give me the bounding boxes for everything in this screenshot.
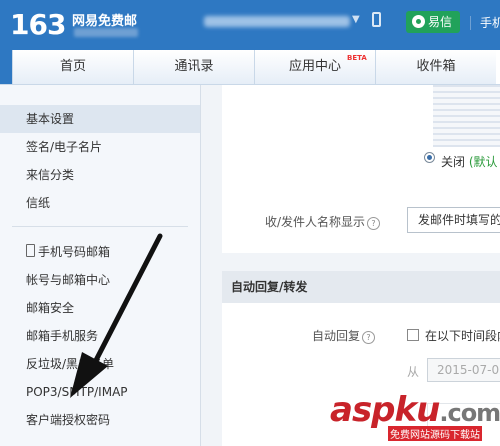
- auto-reply-section-title: 自动回复/转发: [222, 271, 500, 303]
- tab-app-center[interactable]: 应用中心 BETA: [254, 50, 375, 84]
- phone-icon[interactable]: [372, 12, 381, 27]
- sidebar-item-mail-filter[interactable]: 来信分类: [0, 161, 200, 189]
- sidebar-divider: [12, 226, 188, 227]
- sender-name-select[interactable]: 发邮件时填写的: [407, 207, 500, 233]
- account-subtitle-blurred: [74, 28, 138, 37]
- auto-reply-label: 自动回复?: [312, 327, 376, 344]
- yixin-icon: [412, 15, 425, 28]
- watermark-logo: aspku.com: [330, 390, 500, 430]
- auto-reply-checkbox-label: 在以下时间段内: [425, 329, 500, 343]
- sidebar-item-mobile-mailbox[interactable]: 手机号码邮箱: [0, 238, 200, 266]
- sidebar-item-label: 邮箱手机服务: [26, 329, 99, 343]
- radio-close-text: 关闭: [441, 155, 466, 169]
- account-email-blurred[interactable]: [204, 16, 350, 27]
- from-label: 从: [407, 365, 420, 379]
- tab-label: 收件箱: [416, 59, 456, 74]
- tab-label: 首页: [59, 59, 86, 74]
- watermark-sub: 免费网站源码下载站: [388, 426, 482, 441]
- sidebar-item-basic-settings[interactable]: 基本设置: [0, 105, 200, 133]
- nav-left-strip: [0, 50, 12, 84]
- settings-panel: 关闭 (默认 收/发件人名称显示? 发邮件时填写的: [222, 85, 500, 253]
- sidebar-item-account-center[interactable]: 帐号与邮箱中心: [0, 266, 200, 294]
- sidebar-item-antispam[interactable]: 反垃圾/黑白名单: [0, 350, 200, 378]
- tab-home[interactable]: 首页: [12, 50, 133, 84]
- logo-163[interactable]: 163: [10, 8, 66, 41]
- sidebar-item-client-auth-password[interactable]: 客户端授权密码: [0, 406, 200, 434]
- from-date-input[interactable]: 2015-07-01: [427, 358, 500, 382]
- settings-sidebar: 基本设置 签名/电子名片 来信分类 信纸 手机号码邮箱 帐号与邮箱中心 邮箱安全…: [0, 85, 201, 446]
- brand-name: 网易免费邮: [72, 14, 138, 29]
- sidebar-item-label: 来信分类: [26, 168, 75, 182]
- sidebar-item-pop3-smtp-imap[interactable]: POP3/SMTP/IMAP: [0, 378, 200, 406]
- tab-label: 通讯录: [174, 59, 214, 74]
- sidebar-item-label: 邮箱安全: [26, 301, 75, 315]
- sidebar-item-label: 签名/电子名片: [26, 140, 103, 154]
- sidebar-item-label: 反垃圾/黑白名单: [26, 357, 115, 371]
- default-hint: (默认: [468, 155, 498, 169]
- mobile-link[interactable]: 手机: [480, 14, 500, 31]
- yixin-button[interactable]: 易信: [406, 11, 460, 33]
- tab-inbox[interactable]: 收件箱: [375, 50, 496, 84]
- sidebar-item-label: 基本设置: [26, 112, 75, 126]
- sidebar-item-label: 手机号码邮箱: [38, 245, 111, 259]
- watermark-main: aspku: [330, 390, 440, 430]
- sender-name-text: 收/发件人名称显示: [264, 215, 365, 229]
- top-header: 163 网易免费邮 ▼ 易信 手机: [0, 0, 500, 50]
- main-nav: 首页 通讯录 应用中心 BETA 收件箱: [0, 50, 500, 85]
- mobile-phone-icon: [26, 244, 35, 257]
- auto-reply-text: 自动回复: [312, 329, 361, 343]
- help-icon[interactable]: ?: [362, 331, 376, 344]
- yixin-label: 易信: [428, 15, 453, 29]
- sidebar-item-label: 帐号与邮箱中心: [26, 273, 111, 287]
- auto-reply-checkbox[interactable]: [407, 329, 419, 341]
- radio-close[interactable]: [424, 152, 435, 163]
- sidebar-item-security[interactable]: 邮箱安全: [0, 294, 200, 322]
- sender-name-label: 收/发件人名称显示?: [265, 213, 380, 230]
- sidebar-item-label: 客户端授权密码: [26, 413, 111, 427]
- tab-label: 应用中心: [288, 59, 341, 74]
- sidebar-item-stationery[interactable]: 信纸: [0, 189, 200, 217]
- chevron-down-icon[interactable]: ▼: [352, 14, 360, 25]
- tab-contacts[interactable]: 通讯录: [133, 50, 254, 84]
- signature-preview: [433, 85, 500, 147]
- sidebar-item-label: 信纸: [26, 196, 51, 210]
- beta-badge: BETA: [347, 54, 367, 62]
- sidebar-item-mobile-service[interactable]: 邮箱手机服务: [0, 322, 200, 350]
- sidebar-item-label: POP3/SMTP/IMAP: [26, 385, 128, 399]
- watermark: aspku.com 免费网站源码下载站: [330, 390, 500, 441]
- header-divider: [470, 16, 471, 30]
- watermark-suffix: .com: [439, 399, 500, 427]
- sidebar-item-signature[interactable]: 签名/电子名片: [0, 133, 200, 161]
- radio-close-label: 关闭 (默认: [441, 153, 498, 170]
- help-icon[interactable]: ?: [367, 217, 380, 230]
